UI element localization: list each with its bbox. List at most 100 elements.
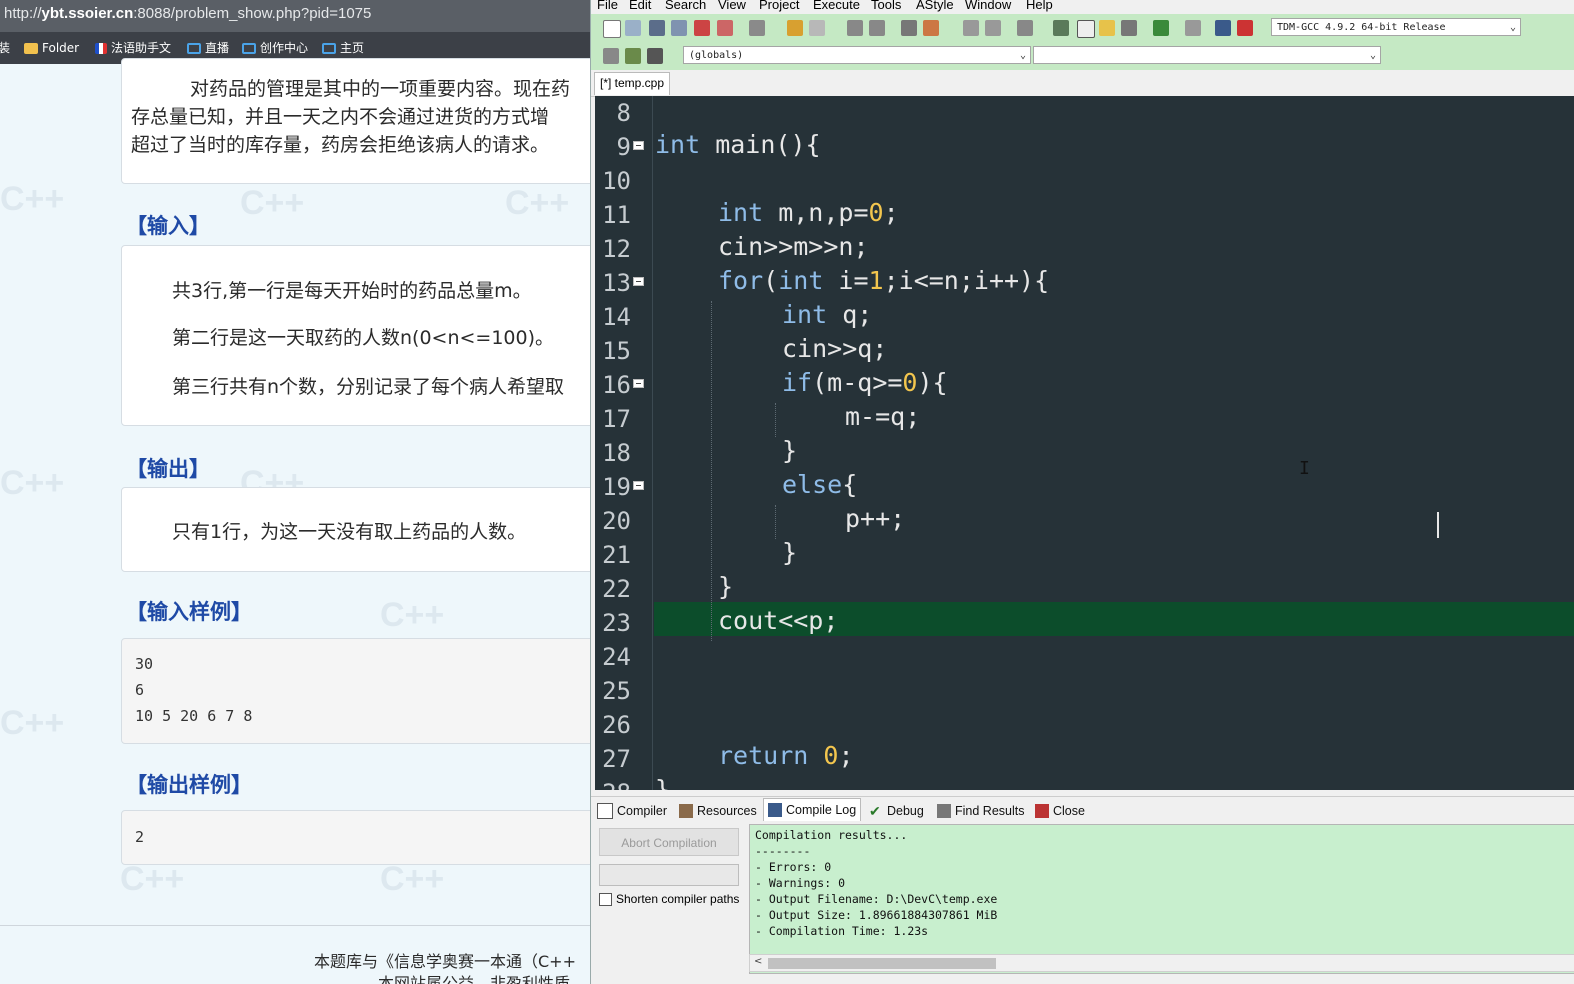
watermark: C++ xyxy=(0,464,65,502)
log-horizontal-scrollbar[interactable]: < xyxy=(749,954,1574,972)
tab-close[interactable]: Close xyxy=(1035,800,1085,822)
indent-icon[interactable] xyxy=(901,20,917,36)
line-number: 15 xyxy=(602,337,631,365)
code-line-21: } xyxy=(782,538,798,567)
fr-flag-icon xyxy=(95,42,107,54)
rebuild-icon[interactable] xyxy=(1121,20,1137,36)
menu-help[interactable]: Help xyxy=(1026,0,1053,11)
code-text: m,n,p= xyxy=(763,198,869,227)
check-syntax-icon[interactable] xyxy=(1153,20,1169,36)
goto-definition-icon[interactable] xyxy=(625,48,641,64)
save-all-icon[interactable] xyxy=(671,20,687,36)
checkbox-label: Shorten compiler paths xyxy=(616,892,740,906)
code-line-9: int main(){ xyxy=(655,130,821,159)
footer-line: 本题库与《信息学奥赛一本通（C++ xyxy=(314,952,576,971)
log-line: - Errors: 0 xyxy=(755,860,832,874)
class-browser-icon[interactable] xyxy=(647,48,663,64)
address-bar[interactable]: http://ybt.ssoier.cn:8088/problem_show.p… xyxy=(0,0,590,32)
watermark: C++ xyxy=(505,184,570,222)
tab-resources[interactable]: Resources xyxy=(679,800,757,822)
fold-toggle-icon[interactable] xyxy=(633,277,644,286)
goto-declaration-icon[interactable] xyxy=(603,48,619,64)
code-number: 0 xyxy=(868,198,884,227)
menu-file[interactable]: File xyxy=(597,0,618,11)
scope-select[interactable]: (globals) ⌄ xyxy=(683,46,1031,64)
chevron-down-icon: ⌄ xyxy=(1509,22,1516,33)
scroll-left-icon[interactable]: < xyxy=(754,956,762,967)
bookmark-prev-icon[interactable] xyxy=(963,20,979,36)
abort-compilation-button[interactable]: Abort Compilation xyxy=(599,828,739,856)
tv-icon xyxy=(187,42,201,54)
bookmark-folder[interactable]: Folder xyxy=(24,32,79,64)
code-keyword: return xyxy=(718,741,809,770)
find-icon[interactable] xyxy=(847,20,863,36)
code-line-19: else{ xyxy=(782,470,857,499)
sample-input-box xyxy=(121,638,590,744)
log-line: - Warnings: 0 xyxy=(755,876,846,890)
tab-label: Compile Log xyxy=(786,803,857,817)
line-number: 8 xyxy=(616,99,631,127)
menu-tools[interactable]: Tools xyxy=(871,0,901,11)
save-icon[interactable] xyxy=(649,20,665,36)
profile-icon[interactable] xyxy=(1237,20,1253,36)
menu-execute[interactable]: Execute xyxy=(813,0,860,11)
tab-debug[interactable]: ✔ Debug xyxy=(869,800,924,822)
intro-line: 超过了当时的库存量，药房会拒绝该病人的请求。 xyxy=(131,134,550,156)
scrollbar-thumb[interactable] xyxy=(768,958,996,969)
code-keyword: else xyxy=(782,470,843,499)
menu-search[interactable]: Search xyxy=(665,0,706,11)
code-line-22: } xyxy=(718,572,734,601)
unindent-icon[interactable] xyxy=(923,20,939,36)
code-number: 0 xyxy=(823,741,839,770)
menu-astyle[interactable]: AStyle xyxy=(916,0,954,11)
checkbox[interactable] xyxy=(599,892,612,906)
menu-project[interactable]: Project xyxy=(759,0,799,11)
tab-find-results[interactable]: Find Results xyxy=(937,800,1024,822)
close-all-icon[interactable] xyxy=(717,20,733,36)
scope-select-value: (globals) xyxy=(689,50,744,61)
run-icon[interactable] xyxy=(1077,20,1095,38)
code-line-15: cin>>q; xyxy=(782,334,888,363)
devcpp-window: File Edit Search View Project Execute To… xyxy=(590,0,1574,984)
code-line-28: } xyxy=(655,775,671,790)
line-number: 19 xyxy=(602,473,631,501)
redo-icon[interactable] xyxy=(809,20,825,36)
watermark: C++ xyxy=(0,704,65,742)
tab-compile-log[interactable]: Compile Log xyxy=(763,798,862,821)
stop-icon[interactable] xyxy=(1185,20,1201,36)
print-icon[interactable] xyxy=(749,20,765,36)
fold-toggle-icon[interactable] xyxy=(633,141,644,150)
new-file-icon[interactable] xyxy=(603,20,621,38)
menu-window[interactable]: Window xyxy=(965,0,1011,11)
toggle-bookmark-icon[interactable] xyxy=(1017,20,1033,36)
bookmark-next-icon[interactable] xyxy=(985,20,1001,36)
fold-toggle-icon[interactable] xyxy=(633,481,644,490)
code-keyword: for xyxy=(718,266,764,295)
chevron-down-icon: ⌄ xyxy=(1369,50,1376,61)
browser-window: http://ybt.ssoier.cn:8088/problem_show.p… xyxy=(0,0,590,984)
tab-compiler[interactable]: Compiler xyxy=(597,800,667,822)
code-editor[interactable]: 8 9 10 11 12 13 14 15 16 17 18 19 20 21 … xyxy=(595,96,1574,790)
line-number: 25 xyxy=(602,677,631,705)
open-file-icon[interactable] xyxy=(625,20,641,36)
tab-temp-cpp[interactable]: [*] temp.cpp xyxy=(594,72,671,95)
compiler-select-value: TDM-GCC 4.9.2 64-bit Release xyxy=(1277,22,1446,33)
line-number: 18 xyxy=(602,439,631,467)
fold-toggle-icon[interactable] xyxy=(633,379,644,388)
replace-icon[interactable] xyxy=(869,20,885,36)
symbol-select[interactable]: ⌄ xyxy=(1033,46,1381,64)
code-line-11: int m,n,p=0; xyxy=(718,198,899,227)
compile-run-icon[interactable] xyxy=(1099,20,1115,36)
compiler-select[interactable]: TDM-GCC 4.9.2 64-bit Release ⌄ xyxy=(1271,18,1521,36)
menu-edit[interactable]: Edit xyxy=(629,0,651,11)
tab-label: Close xyxy=(1053,804,1085,818)
bookmark-partial[interactable]: 装 xyxy=(0,32,10,64)
menu-view[interactable]: View xyxy=(718,0,746,11)
log-line: - Output Size: 1.89661884307861 MiB xyxy=(755,908,998,922)
shorten-paths-option[interactable]: Shorten compiler paths xyxy=(599,892,739,906)
compile-icon[interactable] xyxy=(1053,20,1069,36)
compile-log-output[interactable]: Compilation results... -------- - Errors… xyxy=(749,824,1574,974)
close-file-icon[interactable] xyxy=(694,20,710,36)
chart-icon[interactable] xyxy=(1215,20,1231,36)
undo-icon[interactable] xyxy=(787,20,803,36)
